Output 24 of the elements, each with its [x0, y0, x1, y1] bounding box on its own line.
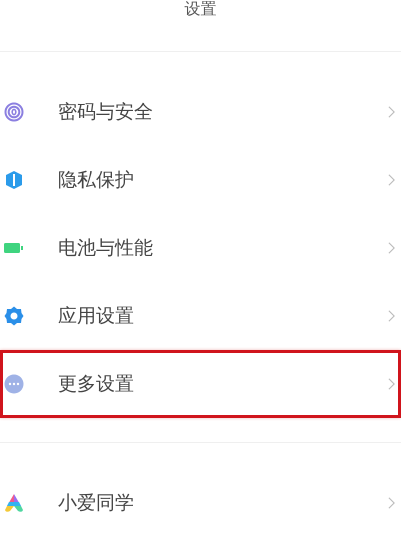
settings-item[interactable]: 密码与安全: [0, 78, 401, 146]
chevron-icon: [388, 377, 395, 391]
screen-title: 设置: [184, 0, 216, 18]
chevron-icon: [388, 241, 395, 255]
more-icon: [4, 374, 24, 394]
chevron-icon: [388, 173, 395, 187]
settings-item[interactable]: 应用设置: [0, 282, 401, 350]
chevron-icon: [388, 105, 395, 119]
item-label: 密码与安全: [58, 100, 154, 125]
settings-item[interactable]: 隐私保护: [0, 146, 401, 214]
gear-icon: [4, 306, 24, 326]
settings-item[interactable]: 电池与性能: [0, 214, 401, 282]
chevron-icon: [388, 309, 395, 323]
triangle-icon: [4, 493, 24, 513]
item-label: 更多设置: [58, 372, 135, 397]
item-label: 小爱同学: [58, 491, 135, 516]
fingerprint-icon: [4, 102, 24, 122]
shield-icon: [4, 170, 24, 190]
chevron-icon: [388, 496, 395, 510]
item-label: 应用设置: [58, 304, 135, 329]
item-label: 电池与性能: [58, 236, 154, 261]
highlighted-settings-item[interactable]: 更多设置: [0, 350, 401, 418]
settings-item[interactable]: 小爱同学: [0, 469, 401, 537]
item-label: 隐私保护: [58, 168, 135, 193]
